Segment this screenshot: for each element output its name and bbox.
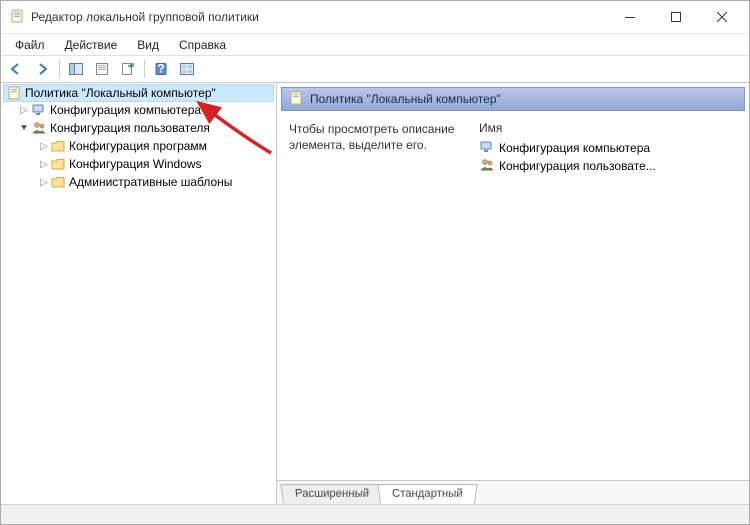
help-button[interactable]: ?: [149, 58, 173, 80]
tree-user-config[interactable]: ⯆ Конфигурация пользователя: [1, 119, 276, 137]
titlebar: Редактор локальной групповой политики: [1, 1, 749, 33]
folder-icon: [51, 140, 66, 153]
tree-label: Конфигурация Windows: [69, 157, 202, 171]
user-icon: [31, 120, 47, 136]
close-button[interactable]: [699, 2, 745, 32]
folder-icon: [51, 158, 66, 171]
show-hide-tree-button[interactable]: [64, 58, 88, 80]
scroll-icon: [6, 85, 22, 101]
scroll-icon: [288, 90, 304, 109]
tree-software-config[interactable]: ▷ Конфигурация программ: [1, 137, 276, 155]
back-button[interactable]: [5, 58, 29, 80]
list-item-user-config[interactable]: Конфигурация пользовате...: [479, 157, 739, 175]
menu-action[interactable]: Действие: [55, 36, 128, 54]
window-icon: [9, 8, 25, 27]
detail-body: Чтобы просмотреть описание элемента, выд…: [277, 113, 749, 480]
tab-standard[interactable]: Стандартный: [378, 484, 478, 504]
tree-label: Конфигурация пользователя: [50, 121, 210, 135]
toolbar: ?: [1, 55, 749, 83]
user-icon: [479, 157, 495, 176]
menu-view[interactable]: Вид: [127, 36, 169, 54]
statusbar: [1, 504, 749, 524]
tree-root[interactable]: Политика "Локальный компьютер": [3, 84, 274, 102]
detail-header-title: Политика "Локальный компьютер": [310, 92, 501, 106]
chevron-right-icon[interactable]: ▷: [37, 141, 51, 152]
computer-icon: [479, 139, 495, 158]
maximize-button[interactable]: [653, 2, 699, 32]
minimize-button[interactable]: [607, 2, 653, 32]
filter-button[interactable]: [175, 58, 199, 80]
view-tabs: Расширенный Стандартный: [277, 480, 749, 504]
svg-text:?: ?: [157, 62, 164, 76]
toolbar-separator: [59, 60, 60, 78]
list-item-label: Конфигурация компьютера: [499, 141, 650, 155]
chevron-right-icon[interactable]: ▷: [37, 177, 51, 188]
window-title: Редактор локальной групповой политики: [31, 10, 607, 24]
tab-extended[interactable]: Расширенный: [280, 484, 383, 504]
export-list-button[interactable]: [116, 58, 140, 80]
tree-label: Конфигурация программ: [69, 139, 207, 153]
tree-label: Административные шаблоны: [69, 175, 232, 189]
detail-header: Политика "Локальный компьютер": [281, 87, 745, 111]
content-area: Политика "Локальный компьютер" ▷ Конфигу…: [1, 83, 749, 504]
menubar: Файл Действие Вид Справка: [1, 33, 749, 55]
chevron-right-icon[interactable]: ▷: [17, 105, 31, 116]
tree-label: Конфигурация компьютера: [50, 103, 201, 117]
detail-list: Имя Конфигурация компьютера Конфигурация…: [479, 121, 739, 476]
column-header-name[interactable]: Имя: [479, 121, 739, 139]
menu-help[interactable]: Справка: [169, 36, 236, 54]
tree-windows-config[interactable]: ▷ Конфигурация Windows: [1, 155, 276, 173]
computer-icon: [31, 102, 47, 118]
tree-admin-templates[interactable]: ▷ Административные шаблоны: [1, 173, 276, 191]
tree-computer-config[interactable]: ▷ Конфигурация компьютера: [1, 101, 276, 119]
forward-button[interactable]: [31, 58, 55, 80]
properties-button[interactable]: [90, 58, 114, 80]
list-item-label: Конфигурация пользовате...: [499, 159, 656, 173]
detail-pane: Политика "Локальный компьютер" Чтобы про…: [277, 83, 749, 504]
folder-icon: [51, 176, 66, 189]
detail-description: Чтобы просмотреть описание элемента, выд…: [289, 121, 469, 476]
tree-pane[interactable]: Политика "Локальный компьютер" ▷ Конфигу…: [1, 83, 277, 504]
toolbar-separator: [144, 60, 145, 78]
list-item-computer-config[interactable]: Конфигурация компьютера: [479, 139, 739, 157]
chevron-right-icon[interactable]: ▷: [37, 159, 51, 170]
menu-file[interactable]: Файл: [5, 36, 55, 54]
chevron-down-icon[interactable]: ⯆: [17, 123, 31, 134]
tree-root-label: Политика "Локальный компьютер": [25, 86, 216, 100]
